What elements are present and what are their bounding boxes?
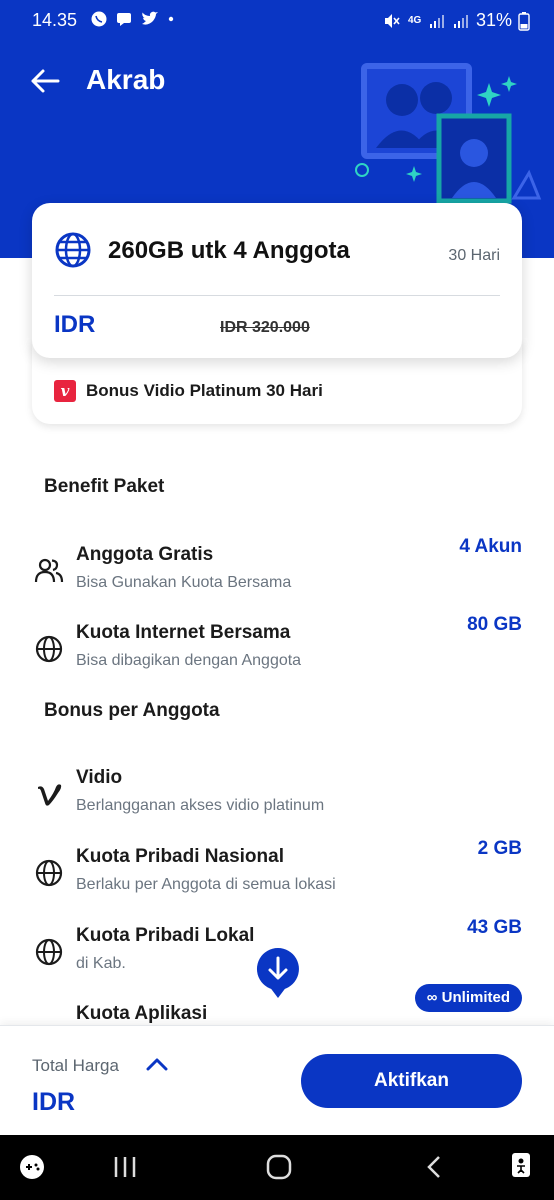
benefit-value: 80 GB bbox=[467, 614, 522, 635]
globe-icon bbox=[35, 938, 63, 966]
bonus-item-kuota-aplikasi: Kuota Aplikasi ∞ Unlimited bbox=[0, 984, 554, 1025]
benefit-section-title: Benefit Paket bbox=[44, 476, 165, 497]
globe-icon bbox=[35, 635, 63, 663]
package-duration: 30 Hari bbox=[448, 247, 500, 264]
benefit-value: 4 Akun bbox=[459, 536, 522, 557]
package-title: 260GB utk 4 Anggota bbox=[108, 237, 350, 264]
signal-icon-1 bbox=[429, 14, 444, 28]
benefit-item-anggota: Anggota Gratis Bisa Gunakan Kuota Bersam… bbox=[0, 536, 554, 610]
system-navigation-bar bbox=[0, 1135, 554, 1200]
package-currency: IDR bbox=[54, 311, 96, 338]
twitter-icon bbox=[142, 11, 158, 25]
vidio-logo-icon: v bbox=[54, 380, 76, 402]
whatsapp-icon bbox=[91, 11, 107, 27]
benefit-desc: Bisa dibagikan dengan Anggota bbox=[76, 652, 302, 669]
dot-icon bbox=[168, 16, 174, 22]
status-bar: 14.35 4G 31% bbox=[0, 0, 554, 42]
benefit-desc: Berlaku per Anggota di semua lokasi bbox=[76, 876, 336, 893]
home-icon[interactable] bbox=[265, 1153, 293, 1181]
system-status-icons: 4G 31% bbox=[382, 10, 530, 31]
bonus-item-kuota-nasional: Kuota Pribadi Nasional Berlaku per Anggo… bbox=[0, 838, 554, 912]
globe-icon bbox=[35, 859, 63, 887]
back-nav-icon[interactable] bbox=[424, 1155, 444, 1179]
benefit-name: Kuota Internet Bersama bbox=[76, 622, 291, 643]
chevron-up-icon[interactable] bbox=[146, 1056, 168, 1072]
scroll-down-button[interactable] bbox=[255, 946, 301, 1000]
benefit-name: Anggota Gratis bbox=[76, 544, 214, 565]
recent-apps-icon[interactable] bbox=[112, 1155, 138, 1179]
network-type: 4G bbox=[407, 14, 422, 26]
benefit-name: Kuota Pribadi Lokal bbox=[76, 925, 255, 946]
package-card: 260GB utk 4 Anggota 30 Hari IDR IDR 320.… bbox=[32, 203, 522, 358]
accessibility-icon[interactable] bbox=[508, 1151, 536, 1181]
battery-icon bbox=[518, 11, 530, 31]
activate-button[interactable]: Aktifkan bbox=[301, 1054, 522, 1108]
benefit-desc: Berlangganan akses vidio platinum bbox=[76, 797, 325, 814]
benefit-value: 2 GB bbox=[477, 838, 522, 859]
mute-icon bbox=[384, 13, 400, 28]
package-old-price: IDR 320.000 bbox=[220, 319, 310, 336]
message-icon bbox=[117, 13, 131, 26]
signal-icon-2 bbox=[453, 14, 468, 28]
bonus-item-vidio: Vidio Berlangganan akses vidio platinum bbox=[0, 767, 554, 833]
divider bbox=[54, 295, 500, 296]
benefit-item-kuota-bersama: Kuota Internet Bersama Bisa dibagikan de… bbox=[0, 614, 554, 688]
benefit-name: Kuota Pribadi Nasional bbox=[76, 846, 284, 867]
vidio-icon bbox=[38, 784, 62, 806]
people-icon bbox=[34, 558, 64, 583]
benefit-value: 43 GB bbox=[467, 917, 522, 938]
total-price-value: IDR bbox=[32, 1088, 76, 1116]
globe-icon bbox=[55, 232, 91, 268]
unlimited-badge: ∞ Unlimited bbox=[414, 984, 522, 1012]
benefit-desc: di Kab. bbox=[76, 955, 126, 972]
bottom-price-bar: Total Harga IDR Aktifkan bbox=[0, 1025, 554, 1135]
bonus-text: Bonus Vidio Platinum 30 Hari bbox=[86, 381, 323, 400]
battery-percentage: 31% bbox=[475, 10, 512, 30]
benefit-name: Vidio bbox=[76, 767, 123, 788]
benefit-desc: Bisa Gunakan Kuota Bersama bbox=[76, 574, 292, 591]
bonus-section-title: Bonus per Anggota bbox=[44, 700, 220, 721]
back-arrow-icon[interactable] bbox=[28, 64, 62, 98]
game-launcher-icon[interactable] bbox=[18, 1153, 46, 1181]
page-title: Akrab bbox=[86, 64, 166, 95]
total-price-label: Total Harga bbox=[32, 1056, 119, 1075]
benefit-name: Kuota Aplikasi bbox=[76, 1003, 208, 1024]
notification-icons bbox=[90, 10, 175, 28]
status-time: 14.35 bbox=[32, 10, 78, 30]
